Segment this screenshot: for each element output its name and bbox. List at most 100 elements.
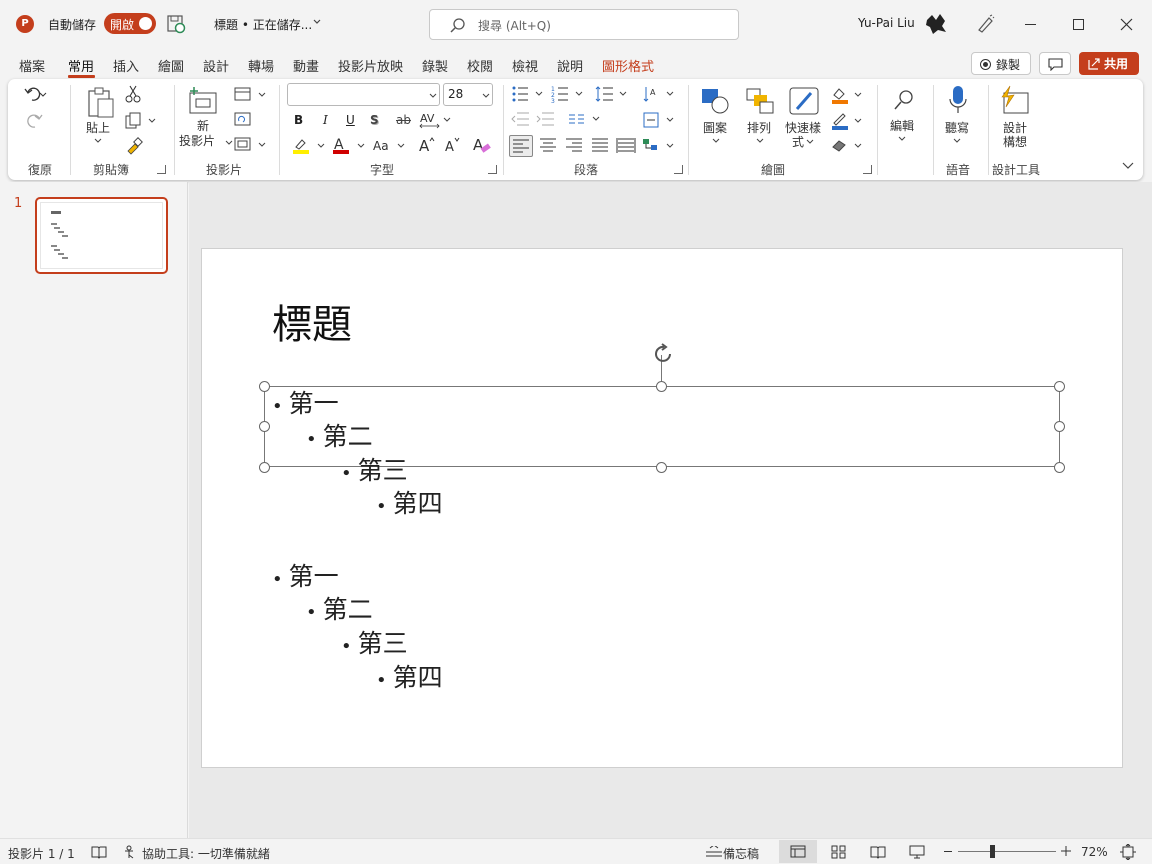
normal-view-button[interactable] (779, 840, 817, 863)
zoom-slider-track[interactable] (958, 851, 1056, 852)
microphone-icon[interactable] (948, 85, 968, 117)
resize-handle-s[interactable] (656, 462, 667, 473)
bullet-item-level3[interactable]: • 第三 (341, 629, 408, 662)
chevron-down-icon[interactable] (711, 137, 721, 145)
decrease-indent-icon[interactable] (511, 111, 531, 127)
underline-button[interactable]: U (346, 113, 355, 127)
clear-formatting-icon[interactable]: A (472, 136, 492, 156)
chevron-down-icon[interactable] (755, 137, 765, 145)
dialog-launcher-icon[interactable] (674, 165, 683, 174)
arrange-button[interactable]: 排列 (747, 121, 771, 135)
text-direction-icon[interactable]: A (642, 85, 678, 103)
find-icon[interactable] (893, 89, 915, 111)
increase-font-icon[interactable]: A (418, 136, 438, 154)
chevron-down-icon[interactable] (312, 16, 322, 26)
resize-handle-e[interactable] (1054, 421, 1065, 432)
zoom-level[interactable]: 72% (1081, 845, 1108, 859)
dialog-launcher-icon[interactable] (488, 165, 497, 174)
shapes-button[interactable]: 圖案 (703, 121, 727, 135)
section-icon[interactable] (234, 137, 268, 153)
bold-button[interactable]: B (294, 113, 303, 127)
zoom-in-icon[interactable] (1061, 846, 1071, 856)
bullet-item-level4[interactable]: • 第四 (376, 663, 443, 696)
editing-button[interactable]: 編輯 (890, 119, 914, 133)
selected-textbox[interactable] (264, 386, 1060, 467)
bullet-item-level1[interactable]: • 第一 (272, 562, 339, 595)
shape-effects-icon[interactable] (830, 137, 866, 155)
align-center-icon[interactable] (538, 137, 558, 155)
record-button[interactable]: 錄製 (971, 52, 1031, 75)
tab-design[interactable]: 設計 (203, 56, 229, 75)
fit-to-window-icon[interactable] (1120, 844, 1136, 860)
slide[interactable]: 標題 • 第一 • 第二 • 第三 • 第四 • 第一 • 第二 • 第三 • 第四 (201, 248, 1123, 768)
character-spacing-icon[interactable]: AV (419, 111, 453, 129)
resize-handle-sw[interactable] (259, 462, 270, 473)
shapes-icon[interactable] (700, 87, 732, 115)
avatar[interactable] (924, 12, 948, 36)
reset-slide-icon[interactable] (234, 112, 252, 128)
change-case-icon[interactable]: Aa (371, 137, 411, 155)
numbering-icon[interactable]: 123 (551, 85, 587, 103)
align-left-button[interactable] (509, 135, 533, 157)
bullets-icon[interactable] (511, 85, 547, 103)
tab-draw[interactable]: 繪圖 (158, 56, 184, 75)
tab-transitions[interactable]: 轉場 (248, 56, 274, 75)
accessibility-status[interactable]: 協助工具: 一切準備就緒 (142, 845, 270, 862)
notes-button[interactable]: 備忘稿 (723, 845, 759, 862)
resize-handle-n[interactable] (656, 381, 667, 392)
distributed-icon[interactable] (616, 137, 636, 155)
tab-shape-format[interactable]: 圖形格式 (602, 56, 654, 75)
chevron-down-icon[interactable] (481, 92, 491, 100)
font-color-icon[interactable]: A (331, 137, 371, 155)
copy-icon[interactable] (125, 112, 157, 130)
designer-pen-icon[interactable] (975, 14, 995, 34)
shape-fill-icon[interactable] (830, 85, 866, 105)
decrease-font-icon[interactable]: A (444, 136, 464, 154)
font-size-combo[interactable]: 28 (443, 83, 493, 106)
designer-button[interactable]: 設計 (1003, 121, 1027, 135)
designer-button-2[interactable]: 構想 (1003, 135, 1027, 149)
resize-handle-nw[interactable] (259, 381, 270, 392)
chevron-down-icon[interactable] (952, 137, 962, 145)
user-name[interactable]: Yu-Pai Liu (858, 16, 915, 30)
zoom-out-icon[interactable] (944, 851, 952, 852)
tab-view[interactable]: 檢視 (512, 56, 538, 75)
chevron-down-icon[interactable] (224, 139, 234, 147)
align-right-icon[interactable] (564, 137, 584, 155)
italic-button[interactable]: I (323, 113, 328, 127)
layout-icon[interactable] (234, 87, 268, 103)
bullet-item-level3[interactable]: • 第三 (341, 456, 408, 489)
minimize-icon[interactable] (1025, 24, 1036, 25)
ribbon-collapse-chevron-icon[interactable] (1122, 161, 1134, 171)
bullet-item-level2[interactable]: • 第二 (306, 422, 373, 455)
share-button[interactable]: 共用 (1079, 52, 1139, 75)
new-slide-label[interactable]: 新 (190, 119, 216, 133)
arrange-icon[interactable] (745, 87, 775, 115)
chevron-down-icon[interactable] (428, 92, 438, 100)
resize-handle-w[interactable] (259, 421, 270, 432)
shadow-button[interactable]: S (370, 113, 379, 127)
slideshow-icon[interactable] (909, 845, 925, 859)
quick-styles-button[interactable]: 快速樣 (785, 121, 821, 135)
spelling-icon[interactable] (91, 845, 107, 859)
search-input[interactable]: 搜尋 (Alt+Q) (478, 17, 551, 34)
zoom-slider-thumb[interactable] (989, 845, 995, 858)
highlight-icon[interactable] (291, 137, 331, 155)
chevron-down-icon[interactable] (93, 137, 103, 145)
tab-record[interactable]: 錄製 (422, 56, 448, 75)
line-spacing-icon[interactable] (595, 85, 631, 103)
slide-thumbnail[interactable] (35, 197, 168, 274)
paste-icon[interactable] (86, 87, 116, 119)
cut-icon[interactable] (125, 85, 141, 103)
autosave-toggle[interactable]: 開啟 (104, 13, 156, 34)
align-text-icon[interactable] (642, 111, 678, 129)
comments-button[interactable] (1039, 52, 1071, 75)
reading-view-icon[interactable] (870, 845, 886, 859)
search-box[interactable]: 搜尋 (Alt+Q) (429, 9, 739, 40)
tab-help[interactable]: 說明 (557, 56, 583, 75)
dictate-button[interactable]: 聽寫 (945, 121, 969, 135)
smartart-icon[interactable] (642, 137, 678, 155)
resize-handle-se[interactable] (1054, 462, 1065, 473)
shape-outline-icon[interactable] (830, 111, 866, 131)
close-icon[interactable] (1120, 18, 1133, 31)
